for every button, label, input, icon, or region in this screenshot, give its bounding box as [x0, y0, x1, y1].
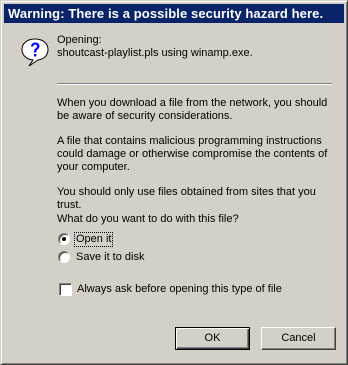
radio-label-save[interactable]: Save it to disk: [75, 251, 145, 264]
radio-save-to-disk[interactable]: Save it to disk: [58, 250, 145, 264]
security-warning-dialog: Warning: There is a possible security ha…: [0, 0, 348, 365]
question-icon: [21, 38, 49, 67]
always-ask-label[interactable]: Always ask before opening this type of f…: [77, 283, 282, 296]
opening-file-text: shoutcast-playlist.pls using winamp.exe.: [57, 47, 253, 59]
dialog-title: Warning: There is a possible security ha…: [8, 6, 324, 21]
security-paragraph-2: A file that contains malicious programmi…: [57, 135, 328, 173]
security-paragraph-1: When you download a file from the networ…: [57, 97, 328, 122]
ok-button[interactable]: OK: [175, 327, 250, 350]
title-bar[interactable]: Warning: There is a possible security ha…: [4, 4, 344, 23]
radio-open-it[interactable]: Open it: [58, 231, 114, 247]
separator: [57, 83, 332, 85]
radio-button-save[interactable]: [58, 251, 70, 263]
question-text: What do you want to do with this file?: [57, 213, 239, 225]
opening-label: Opening:: [57, 34, 102, 46]
radio-label-open[interactable]: Open it: [73, 231, 114, 247]
security-paragraph-3: You should only use files obtained from …: [57, 186, 316, 211]
always-ask-checkbox[interactable]: [59, 282, 72, 296]
always-ask-checkbox-row[interactable]: Always ask before opening this type of f…: [59, 282, 282, 296]
radio-button-open[interactable]: [58, 233, 70, 245]
cancel-button[interactable]: Cancel: [261, 327, 336, 350]
